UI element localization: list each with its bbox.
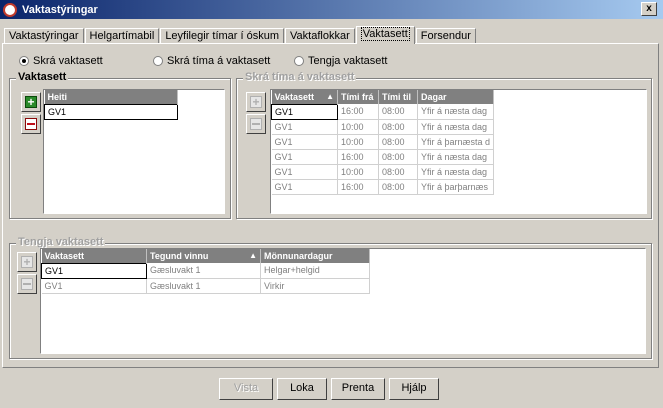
cell-timi-til[interactable]: 08:00 <box>378 149 418 165</box>
cell-monnunardagur[interactable]: Helgar+helgid <box>260 263 370 279</box>
tab-helgartimabil[interactable]: Helgartímabil <box>84 28 160 44</box>
cell-timi-til[interactable]: 08:00 <box>378 179 418 195</box>
help-button[interactable]: Hjálp <box>389 378 439 400</box>
tab-vaktastyringar[interactable]: Vaktastýringar <box>4 28 84 44</box>
col-timi-fra[interactable]: Tími frá <box>337 90 379 104</box>
radio-skra-vaktasett[interactable]: Skrá vaktasett <box>19 55 103 67</box>
table-row[interactable]: GV1 16:00 08:00 Yfir á þarþarnæs <box>271 179 495 195</box>
cell-heiti[interactable]: GV1 <box>44 103 178 120</box>
cell-vaktasett[interactable]: GV1 <box>271 103 338 120</box>
table-row[interactable]: GV1 Gæsluvakt 1 Helgar+helgid <box>41 262 370 279</box>
close-window-button[interactable]: x <box>641 2 657 16</box>
tab-leyfilegir-timar[interactable]: Leyfilegir tímar í óskum <box>160 28 285 44</box>
cell-timi-fra[interactable]: 16:00 <box>337 149 379 165</box>
add-link-button[interactable]: + <box>17 252 37 272</box>
vaktasett-legend: Vaktasett <box>16 71 69 83</box>
radio-label: Skrá vaktasett <box>33 55 103 67</box>
close-button[interactable]: Loka <box>277 378 327 400</box>
cell-timi-fra[interactable]: 16:00 <box>337 104 379 120</box>
sort-icon: ▲ <box>249 251 257 260</box>
col-dagar[interactable]: Dagar <box>417 90 495 104</box>
link-grid[interactable]: Vaktasett Tegund vinnu ▲ Mönnunardagur GV… <box>40 248 646 354</box>
button-bar: Vista Loka Prenta Hjálp <box>0 378 663 400</box>
col-monnunardagur[interactable]: Mönnunardagur <box>260 249 370 263</box>
remove-link-button[interactable] <box>17 274 37 294</box>
radio-label: Tengja vaktasett <box>308 55 388 67</box>
times-grid[interactable]: Vaktasett ▲ Tími frá Tími til Dagar GV1 1… <box>270 89 647 214</box>
plus-icon: + <box>21 256 33 268</box>
cell-vaktasett[interactable]: GV1 <box>271 119 338 135</box>
plus-icon: + <box>25 96 37 108</box>
cell-timi-fra[interactable]: 10:00 <box>337 119 379 135</box>
cell-vaktasett[interactable]: GV1 <box>271 149 338 165</box>
cell-vaktasett[interactable]: GV1 <box>271 134 338 150</box>
link-legend: Tengja vaktasett <box>16 236 106 248</box>
times-legend: Skrá tíma á vaktasett <box>243 71 357 83</box>
tab-forsendur[interactable]: Forsendur <box>415 28 476 44</box>
table-row[interactable]: GV1 10:00 08:00 Yfir á næsta dag <box>271 164 495 180</box>
table-row[interactable]: GV1 10:00 08:00 Yfir á þarnæsta d <box>271 134 495 150</box>
vaktasett-grid[interactable]: Heiti GV1 <box>43 89 225 214</box>
cell-timi-til[interactable]: 08:00 <box>378 119 418 135</box>
cell-dagar[interactable]: Yfir á þarþarnæs <box>417 179 495 195</box>
col-heiti[interactable]: Heiti <box>44 90 178 104</box>
mode-radio-group: Skrá vaktasett Skrá tíma á vaktasett Ten… <box>0 55 663 69</box>
radio-tengja-vaktasett[interactable]: Tengja vaktasett <box>294 55 388 67</box>
col-vaktasett-label: Vaktasett <box>274 91 315 102</box>
minus-icon <box>25 118 37 130</box>
col-timi-til[interactable]: Tími til <box>378 90 418 104</box>
table-row[interactable]: GV1 16:00 08:00 Yfir á næsta dag <box>271 103 495 120</box>
tab-strip: Vaktastýringar Helgartímabil Leyfilegir … <box>4 26 477 44</box>
remove-time-button[interactable] <box>246 114 266 134</box>
sort-icon: ▲ <box>326 91 334 101</box>
print-button[interactable]: Prenta <box>331 378 385 400</box>
col-tegund-vinnu[interactable]: Tegund vinnu ▲ <box>146 249 261 263</box>
minus-icon <box>250 118 262 130</box>
cell-timi-til[interactable]: 08:00 <box>378 134 418 150</box>
radio-dot-icon <box>153 56 163 66</box>
radio-dot-icon <box>294 56 304 66</box>
cell-vaktasett[interactable]: GV1 <box>271 179 338 195</box>
cell-vaktasett[interactable]: GV1 <box>41 278 147 294</box>
table-row[interactable]: GV1 10:00 08:00 Yfir á næsta dag <box>271 119 495 135</box>
table-row[interactable]: GV1 16:00 08:00 Yfir á næsta dag <box>271 149 495 165</box>
cell-dagar[interactable]: Yfir á næsta dag <box>417 119 495 135</box>
table-row[interactable]: GV1 Gæsluvakt 1 Virkir <box>41 278 370 294</box>
col-tegund-vinnu-label: Tegund vinnu <box>150 251 209 261</box>
title-bar: Vaktastýringar x <box>0 0 663 19</box>
cell-monnunardagur[interactable]: Virkir <box>260 278 370 294</box>
cell-dagar[interactable]: Yfir á þarnæsta d <box>417 134 495 150</box>
cell-dagar[interactable]: Yfir á næsta dag <box>417 149 495 165</box>
save-button[interactable]: Vista <box>219 378 273 400</box>
add-vaktasett-button[interactable]: + <box>21 92 41 112</box>
cell-dagar[interactable]: Yfir á næsta dag <box>417 164 495 180</box>
cell-timi-fra[interactable]: 16:00 <box>337 179 379 195</box>
cell-tegund-vinnu[interactable]: Gæsluvakt 1 <box>146 278 261 294</box>
tab-vaktasett-label: Vaktasett <box>360 27 410 41</box>
minus-icon <box>21 278 33 290</box>
radio-skra-tima[interactable]: Skrá tíma á vaktasett <box>153 55 270 67</box>
remove-vaktasett-button[interactable] <box>21 114 41 134</box>
cell-timi-fra[interactable]: 10:00 <box>337 164 379 180</box>
cell-tegund-vinnu[interactable]: Gæsluvakt 1 <box>146 263 261 279</box>
col-vaktasett[interactable]: Vaktasett ▲ <box>271 90 338 104</box>
tab-vaktaflokkar[interactable]: Vaktaflokkar <box>285 28 355 44</box>
col-vaktasett[interactable]: Vaktasett <box>41 249 147 263</box>
cell-timi-fra[interactable]: 10:00 <box>337 134 379 150</box>
cell-vaktasett[interactable]: GV1 <box>271 164 338 180</box>
window-title: Vaktastýringar <box>22 3 98 16</box>
radio-dot-icon <box>19 56 29 66</box>
cell-timi-til[interactable]: 08:00 <box>378 104 418 120</box>
app-icon <box>3 2 17 17</box>
plus-icon: + <box>250 96 262 108</box>
tab-vaktasett[interactable]: Vaktasett <box>355 26 415 44</box>
add-time-button[interactable]: + <box>246 92 266 112</box>
cell-timi-til[interactable]: 08:00 <box>378 164 418 180</box>
table-row[interactable]: GV1 <box>44 103 178 120</box>
cell-vaktasett[interactable]: GV1 <box>41 262 147 279</box>
cell-dagar[interactable]: Yfir á næsta dag <box>417 104 495 120</box>
radio-label: Skrá tíma á vaktasett <box>167 55 271 67</box>
